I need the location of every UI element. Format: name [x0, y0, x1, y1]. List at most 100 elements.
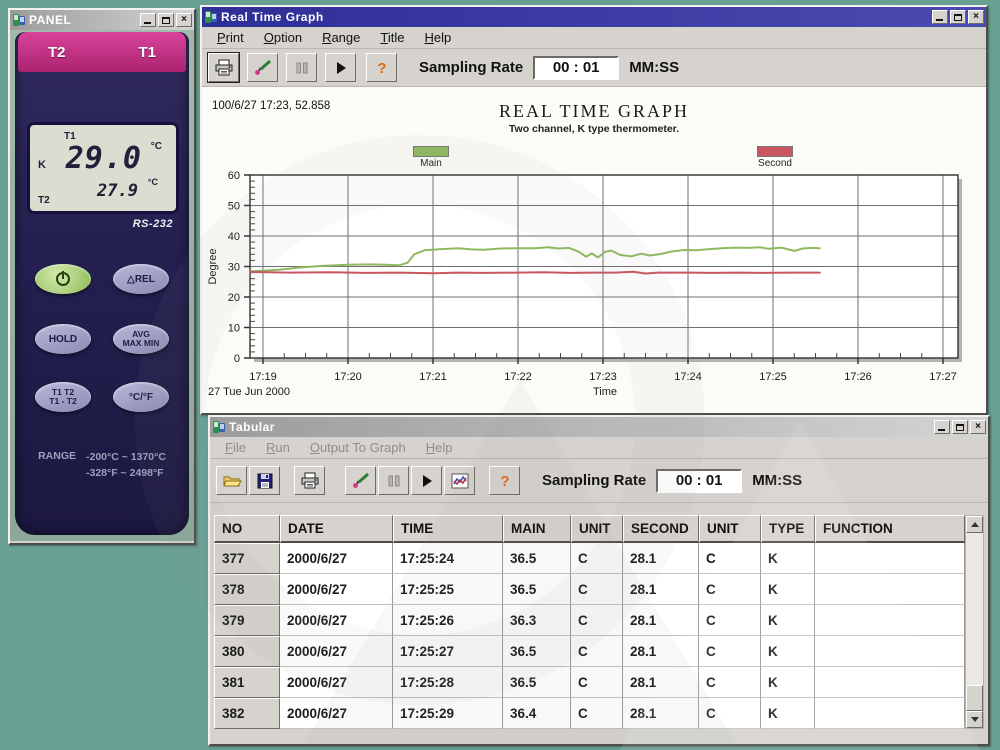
menu-item-option[interactable]: Option [255, 28, 311, 47]
svg-text:?: ? [500, 473, 509, 490]
chart-button[interactable] [444, 466, 475, 495]
tabular-minimize-button[interactable] [934, 420, 950, 434]
table-cell: 17:25:26 [393, 605, 503, 636]
table-cell: K [761, 698, 815, 729]
open-icon [222, 472, 242, 490]
menu-item-file[interactable]: File [216, 438, 255, 457]
svg-text:Time: Time [593, 386, 617, 398]
lcd-display: T1 K 29.0 °C 27.9 °C T2 [27, 122, 179, 214]
graph-maximize-button[interactable] [950, 10, 966, 24]
probe-t2-label: T2 [48, 44, 66, 61]
graph-minimize-button[interactable] [932, 10, 948, 24]
table-cell: K [761, 543, 815, 574]
pen-button[interactable] [345, 466, 376, 495]
graph-toolbar: ?Sampling Rate00 : 01MM:SS [202, 49, 986, 87]
rel-button[interactable]: △REL [113, 264, 169, 294]
help-button[interactable]: ? [366, 53, 397, 82]
print-icon [300, 472, 320, 490]
sampling-rate-field[interactable]: 00 : 01 [533, 56, 619, 80]
svg-text:17:25: 17:25 [759, 371, 787, 383]
graph-menubar: PrintOptionRangeTitleHelp [202, 27, 986, 49]
graph-app-icon [204, 10, 218, 24]
table-cell: 17:25:24 [393, 543, 503, 574]
svg-text:17:19: 17:19 [249, 371, 277, 383]
table-cell: 17:25:28 [393, 667, 503, 698]
help-icon: ? [495, 472, 515, 490]
c-f-label: °C/°F [129, 392, 153, 403]
scrollbar-track[interactable] [966, 533, 983, 711]
hold-button[interactable]: HOLD [35, 324, 91, 354]
menu-item-range[interactable]: Range [313, 28, 369, 47]
menu-item-run[interactable]: Run [257, 438, 299, 457]
scroll-up-button[interactable] [966, 516, 983, 533]
lcd-second-unit: °C [148, 177, 158, 187]
column-header-main-3[interactable]: MAIN [503, 515, 571, 543]
column-header-time-2[interactable]: TIME [393, 515, 503, 543]
table-cell: C [571, 605, 623, 636]
help-button[interactable]: ? [489, 466, 520, 495]
play-icon [417, 472, 437, 490]
menu-item-print[interactable]: Print [208, 28, 253, 47]
table-row[interactable]: 3822000/6/2717:25:2936.4C28.1CK [214, 698, 965, 729]
menu-item-output-to-graph[interactable]: Output To Graph [301, 438, 415, 457]
column-header-unit-4[interactable]: UNIT [571, 515, 623, 543]
celsius-fahrenheit-button[interactable]: °C/°F [113, 382, 169, 412]
table-row[interactable]: 3792000/6/2717:25:2636.3C28.1CK [214, 605, 965, 636]
play-button[interactable] [325, 53, 356, 82]
table-cell: C [571, 667, 623, 698]
column-header-date-1[interactable]: DATE [280, 515, 393, 543]
lcd-main-unit: °C [151, 141, 162, 152]
tabular-client-area: NODATETIMEMAINUNITSECONDUNITTYPEFUNCTION… [210, 503, 988, 744]
power-icon [56, 272, 70, 286]
probe-t1-label: T1 [138, 44, 156, 61]
table-cell: 379 [214, 605, 280, 636]
save-button[interactable] [249, 466, 280, 495]
print-button[interactable] [208, 53, 239, 82]
t1-t2-button[interactable]: T1 T2 T1 - T2 [35, 382, 91, 412]
table-cell: 2000/6/27 [280, 605, 393, 636]
data-table: NODATETIMEMAINUNITSECONDUNITTYPEFUNCTION… [214, 515, 965, 729]
power-button[interactable] [35, 264, 91, 294]
device-top-cap: T2 T1 [18, 32, 186, 72]
scroll-down-button[interactable] [966, 711, 983, 728]
panel-minimize-button[interactable] [140, 13, 156, 27]
lcd-second-value: 27.9 [97, 181, 138, 201]
panel-close-button[interactable]: × [176, 13, 192, 27]
table-row[interactable]: 3802000/6/2717:25:2736.5C28.1CK [214, 636, 965, 667]
table-cell: 36.5 [503, 667, 571, 698]
column-header-second-5[interactable]: SECOND [623, 515, 699, 543]
open-button[interactable] [216, 466, 247, 495]
print-button[interactable] [294, 466, 325, 495]
svg-text:17:27: 17:27 [929, 371, 957, 383]
column-header-type-7[interactable]: TYPE [761, 515, 815, 543]
table-row[interactable]: 3812000/6/2717:25:2836.5C28.1CK [214, 667, 965, 698]
help-icon: ? [372, 59, 392, 77]
column-header-no-0[interactable]: NO [214, 515, 280, 543]
tabular-window: Tabular × FileRunOutput To GraphHelp ?Sa… [208, 415, 990, 746]
panel-maximize-button[interactable] [158, 13, 174, 27]
menu-item-help[interactable]: Help [415, 28, 460, 47]
column-header-unit-6[interactable]: UNIT [699, 515, 761, 543]
chart-title: REAL TIME GRAPH [202, 101, 986, 122]
column-header-function-8[interactable]: FUNCTION [815, 515, 965, 543]
menu-item-title[interactable]: Title [371, 28, 413, 47]
pen-button[interactable] [247, 53, 278, 82]
table-vertical-scrollbar[interactable] [965, 515, 984, 729]
graph-titlebar: Real Time Graph × [202, 7, 986, 27]
menu-item-help[interactable]: Help [417, 438, 462, 457]
device-button-row-1: △REL [15, 264, 189, 294]
realtime-graph-window: Real Time Graph × PrintOptionRangeTitleH… [200, 5, 988, 415]
table-cell [815, 636, 965, 667]
lcd-type-label: K [38, 159, 46, 171]
table-row[interactable]: 3772000/6/2717:25:2436.5C28.1CK [214, 543, 965, 574]
table-row[interactable]: 3782000/6/2717:25:2536.5C28.1CK [214, 574, 965, 605]
avg-max-min-button[interactable]: AVG MAX MIN [113, 324, 169, 354]
play-button[interactable] [411, 466, 442, 495]
graph-close-button[interactable]: × [968, 10, 984, 24]
tabular-close-button[interactable]: × [970, 420, 986, 434]
sampling-rate-field[interactable]: 00 : 01 [656, 469, 742, 493]
table-cell: K [761, 605, 815, 636]
table-cell: 380 [214, 636, 280, 667]
tabular-maximize-button[interactable] [952, 420, 968, 434]
scrollbar-thumb[interactable] [966, 685, 983, 711]
